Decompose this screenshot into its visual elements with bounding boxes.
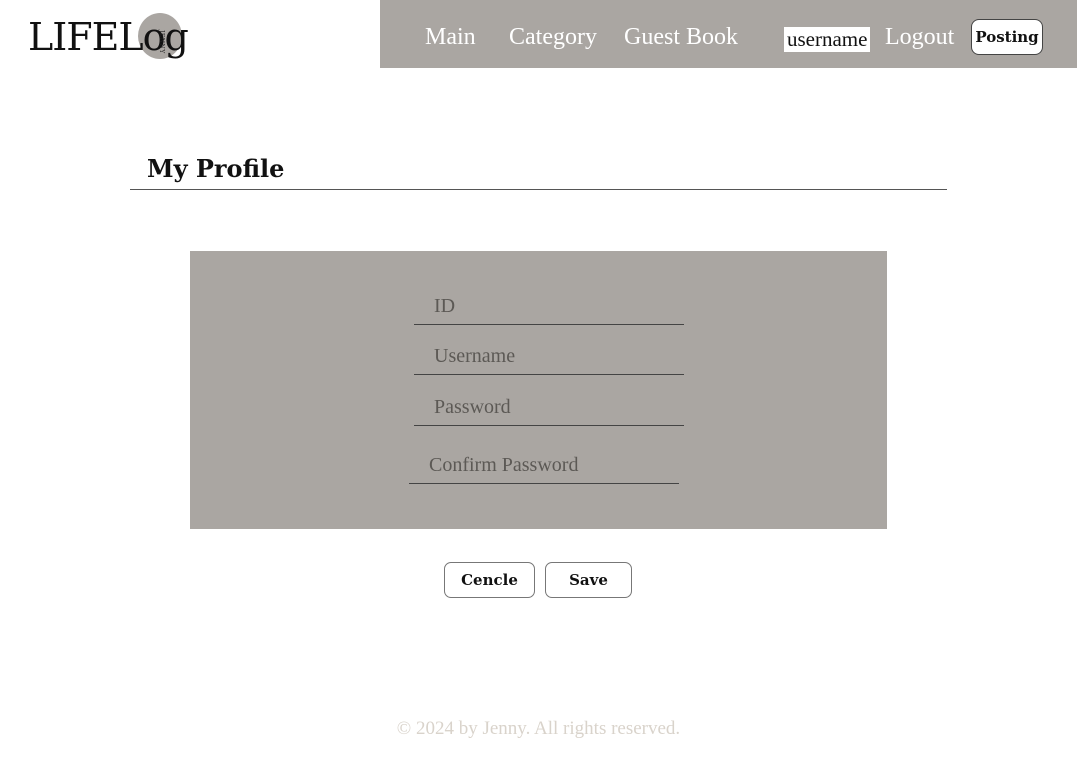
- title-divider: [130, 189, 947, 190]
- cancel-button[interactable]: Cencle: [444, 562, 535, 598]
- confirm-password-input[interactable]: [409, 448, 679, 484]
- username-input[interactable]: [414, 339, 684, 375]
- profile-form-panel: [190, 251, 887, 529]
- nav-link-category[interactable]: Category: [509, 22, 597, 52]
- page-title: My Profile: [147, 154, 285, 183]
- nav-username-badge[interactable]: username: [784, 27, 871, 52]
- nav-link-main[interactable]: Main: [425, 22, 476, 52]
- nav-link-logout[interactable]: Logout: [885, 22, 954, 52]
- footer-copyright: © 2024 by Jenny. All rights reserved.: [396, 718, 681, 739]
- id-input[interactable]: [414, 289, 684, 325]
- site-logo[interactable]: LIFELog JENNY: [28, 12, 189, 60]
- nav-link-guest-book[interactable]: Guest Book: [624, 22, 738, 52]
- password-input[interactable]: [414, 390, 684, 426]
- posting-button[interactable]: Posting: [971, 19, 1043, 55]
- logo-sub-text: JENNY: [158, 30, 165, 54]
- save-button[interactable]: Save: [545, 562, 632, 598]
- top-nav: Main Category Guest Book username Logout…: [380, 0, 1077, 68]
